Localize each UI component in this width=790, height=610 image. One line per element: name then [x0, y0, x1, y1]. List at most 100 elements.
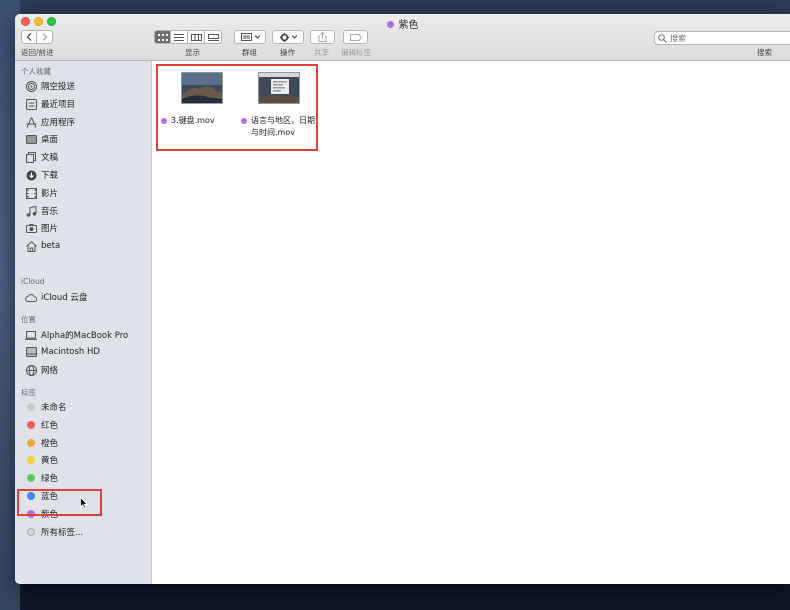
sidebar-item-downloads[interactable]: 下载: [25, 168, 150, 182]
applications-icon: [25, 116, 37, 128]
sidebar-item-tag-yellow[interactable]: 黄色: [25, 453, 150, 467]
view-buttons: [154, 30, 222, 44]
sidebar-item-label: Alpha的MacBook Pro: [41, 331, 129, 341]
share-icon: [318, 32, 327, 42]
nav-label: 返回/前进: [21, 48, 54, 57]
sidebar-item-label: 紫色: [41, 509, 59, 520]
list-view-button[interactable]: [171, 30, 188, 44]
sidebar-item-tag-all-tags[interactable]: 所有标签...: [25, 525, 150, 539]
finder-window: 紫色 返回/前进 显示 群组 操作 共享 编辑标签 搜索 搜索 个人收藏 隔空投…: [15, 14, 790, 584]
group-icon: [240, 33, 252, 41]
disk-icon: [25, 346, 37, 358]
landscape-thumbnail-image: [182, 73, 222, 103]
group-button[interactable]: [234, 30, 266, 44]
sidebar-item-label: 文稿: [41, 153, 59, 163]
column-view-button[interactable]: [188, 30, 205, 44]
sidebar-item-beta[interactable]: beta: [25, 239, 150, 253]
gallery-view-button[interactable]: [205, 30, 222, 44]
movies-icon: [25, 187, 37, 199]
grid-icon: [157, 33, 168, 41]
desktop-icon: [25, 133, 37, 145]
icloud-header: iCloud: [21, 277, 45, 286]
purple-tag-icon: [241, 118, 247, 124]
sidebar-item-icloud-drive[interactable]: iCloud 云盘: [25, 290, 150, 304]
purple-tag-icon: [161, 118, 167, 124]
mouse-pointer-icon: [80, 497, 88, 509]
sidebar-item-music[interactable]: 音乐: [25, 204, 150, 218]
sidebar-item-pictures[interactable]: 图片: [25, 221, 150, 235]
sidebar-item-tag-untitled[interactable]: 未命名: [25, 400, 150, 414]
sidebar-item-label: 下载: [41, 171, 59, 181]
home-icon: [25, 240, 37, 252]
icon-view-button[interactable]: [154, 30, 171, 44]
tag-color-dot-icon: [27, 492, 35, 500]
sidebar-item-tag-red[interactable]: 红色: [25, 418, 150, 432]
back-button[interactable]: [21, 30, 37, 44]
sidebar-item-label: 红色: [41, 420, 59, 431]
tag-color-dot-icon: [27, 456, 35, 465]
search-label: 搜索: [757, 48, 772, 57]
forward-button[interactable]: [37, 30, 53, 44]
sidebar-item-recents[interactable]: 最近项目: [25, 97, 150, 111]
chevron-down-icon: [254, 35, 260, 39]
edit-tags-label: 编辑标签: [341, 48, 371, 57]
pictures-icon: [25, 222, 37, 234]
sidebar-item-desktop[interactable]: 桌面: [25, 132, 150, 146]
sidebar-item-network[interactable]: 网络: [25, 363, 150, 377]
sidebar-item-label: 图片: [41, 224, 59, 234]
sidebar-item-label: beta: [41, 241, 61, 251]
sidebar-item-label: 影片: [41, 189, 59, 199]
file-name: 3.键盘.mov: [161, 115, 243, 127]
sidebar-item-movies[interactable]: 影片: [25, 186, 150, 200]
sidebar-item-applications[interactable]: 应用程序: [25, 115, 150, 129]
tag-color-dot-icon: [27, 474, 35, 483]
sidebar-item-documents[interactable]: 文稿: [25, 150, 150, 164]
file-item[interactable]: 3.键盘.mov: [161, 72, 243, 127]
video-thumbnail: [258, 72, 300, 104]
screen-recording-thumbnail-image: [259, 73, 299, 103]
nav-buttons: [21, 30, 53, 44]
sidebar-item-airdrop[interactable]: 隔空投送: [25, 79, 150, 93]
recents-icon: [25, 98, 37, 110]
downloads-icon: [25, 169, 37, 181]
group-label: 群组: [242, 48, 257, 57]
sidebar-item-tag-green[interactable]: 绿色: [25, 471, 150, 485]
list-icon: [174, 33, 184, 41]
purple-tag-icon: [386, 21, 394, 28]
locations-header: 位置: [21, 315, 36, 324]
chevron-right-icon: [42, 33, 47, 41]
search-field[interactable]: [654, 31, 790, 45]
sidebar-item-tag-orange[interactable]: 橙色: [25, 436, 150, 450]
documents-icon: [25, 151, 37, 163]
airdrop-icon: [25, 80, 37, 92]
sidebar-item-label: 黄色: [41, 456, 59, 467]
toolbar: 紫色 返回/前进 显示 群组 操作 共享 编辑标签 搜索 搜索: [15, 14, 790, 61]
gallery-icon: [207, 33, 219, 41]
tag-color-dot-icon: [27, 420, 35, 429]
music-icon: [25, 205, 37, 217]
share-label: 共享: [314, 48, 329, 57]
columns-icon: [190, 33, 202, 41]
laptop-icon: [25, 329, 37, 341]
sidebar-item-label: Macintosh HD: [41, 347, 100, 357]
sidebar-item-label: 所有标签...: [41, 527, 84, 538]
sidebar-item-macbook[interactable]: Alpha的MacBook Pro: [25, 328, 150, 342]
chevron-down-icon: [291, 35, 297, 39]
sidebar-item-macintosh-hd[interactable]: Macintosh HD: [25, 345, 150, 359]
sidebar-item-label: 隔空投送: [41, 82, 76, 92]
tag-color-dot-icon: [27, 509, 35, 518]
tag-color-dot-icon: [27, 438, 35, 447]
tags-header: 标签: [21, 388, 36, 397]
video-thumbnail: [181, 72, 223, 104]
share-button[interactable]: [310, 30, 335, 44]
sidebar-item-label: 桌面: [41, 135, 59, 145]
sidebar-item-label: iCloud 云盘: [41, 293, 88, 303]
action-button[interactable]: [272, 30, 304, 44]
search-icon: [658, 33, 667, 43]
cloud-icon: [25, 291, 37, 303]
search-input[interactable]: [670, 33, 780, 43]
edit-tags-button[interactable]: [343, 30, 368, 44]
file-item[interactable]: 语言与地区，日期与时间.mov: [238, 72, 320, 139]
window-title: 紫色: [15, 16, 790, 31]
favorites-header: 个人收藏: [21, 67, 51, 76]
